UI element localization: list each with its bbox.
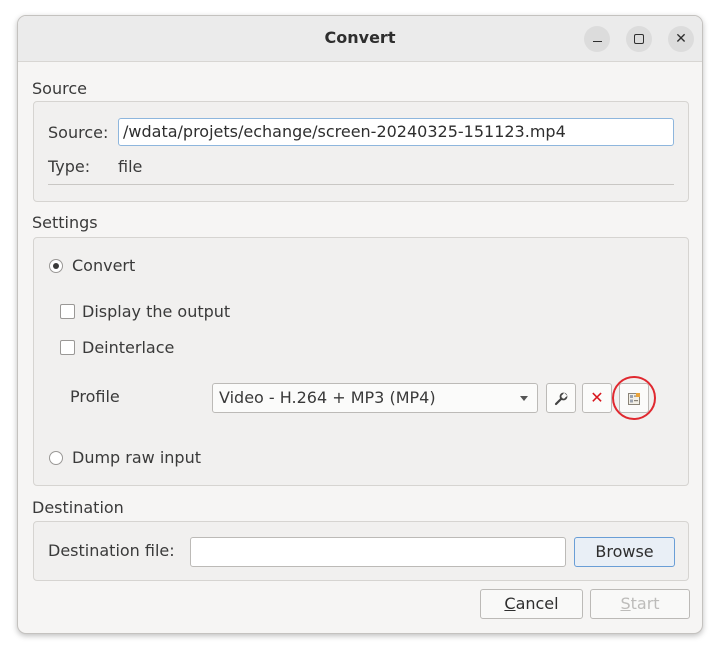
- source-section-label: Source: [32, 79, 87, 98]
- source-label: Source:: [48, 123, 109, 142]
- delete-icon: ✕: [590, 388, 604, 407]
- display-output-label[interactable]: Display the output: [82, 302, 230, 321]
- chevron-down-icon: [520, 396, 528, 401]
- convert-label[interactable]: Convert: [72, 256, 135, 275]
- destination-section-label: Destination: [32, 498, 124, 517]
- destination-file-label: Destination file:: [48, 541, 175, 560]
- start-button[interactable]: Start: [590, 589, 690, 619]
- delete-profile-button[interactable]: ✕: [582, 383, 612, 413]
- start-rest: tart: [630, 594, 660, 613]
- cancel-button[interactable]: Cancel: [480, 589, 583, 619]
- cancel-rest: ancel: [515, 594, 559, 613]
- destination-file-input[interactable]: [190, 537, 566, 567]
- convert-radio[interactable]: [49, 259, 63, 273]
- maximize-button[interactable]: [626, 26, 652, 52]
- display-output-checkbox[interactable]: [60, 304, 75, 319]
- separator: [48, 184, 674, 185]
- source-input[interactable]: /wdata/projets/echange/screen-20240325-1…: [118, 118, 674, 146]
- deinterlace-label[interactable]: Deinterlace: [82, 338, 174, 357]
- maximize-icon: [634, 34, 644, 44]
- close-button[interactable]: ✕: [668, 26, 694, 52]
- start-mnemonic: S: [620, 594, 631, 613]
- minimize-button[interactable]: [584, 26, 610, 52]
- type-label: Type:: [48, 157, 91, 176]
- dump-raw-label[interactable]: Dump raw input: [72, 448, 201, 467]
- profile-select[interactable]: Video - H.264 + MP3 (MP4): [212, 383, 538, 413]
- browse-button[interactable]: Browse: [574, 537, 675, 567]
- profile-selected-value: Video - H.264 + MP3 (MP4): [219, 388, 436, 407]
- edit-profile-button[interactable]: [546, 383, 576, 413]
- settings-group: Convert Display the output Deinterlace P…: [33, 237, 689, 486]
- cancel-mnemonic: C: [504, 594, 516, 613]
- convert-dialog: Convert ✕ Source Source: /wdata/projets/…: [17, 15, 703, 634]
- settings-section-label: Settings: [32, 213, 98, 232]
- title-bar: Convert ✕: [18, 16, 702, 62]
- profile-label: Profile: [70, 387, 120, 406]
- type-value: file: [118, 157, 143, 176]
- source-group: Source: /wdata/projets/echange/screen-20…: [33, 101, 689, 202]
- wrench-icon: [554, 392, 568, 405]
- dump-raw-radio[interactable]: [49, 451, 63, 465]
- deinterlace-checkbox[interactable]: [60, 340, 75, 355]
- minimize-icon: [592, 40, 602, 42]
- destination-group: Destination file: Browse: [33, 521, 689, 581]
- close-icon: ✕: [675, 31, 687, 47]
- highlight-circle: [612, 376, 656, 420]
